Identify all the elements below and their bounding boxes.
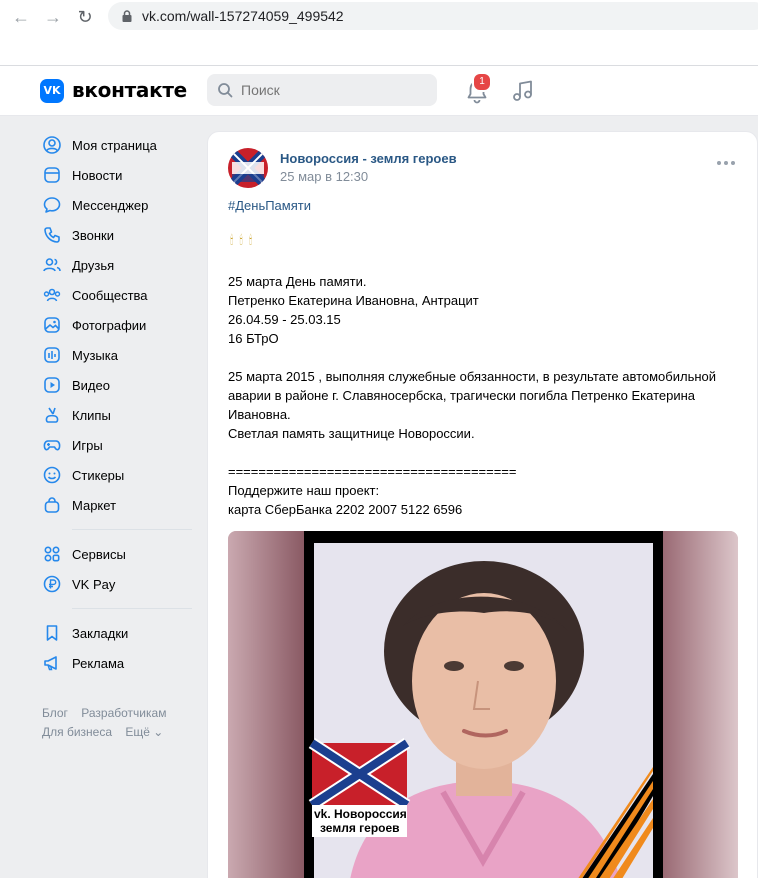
news-icon — [44, 167, 60, 183]
sidebar-item-market[interactable]: Маркет — [40, 490, 195, 520]
sidebar-item-clips[interactable]: Клипы — [40, 400, 195, 430]
browser-toolbar: ← → ↻ vk.com/wall-157274059_499542 — [0, 0, 758, 66]
sidebar-divider — [72, 608, 192, 609]
sidebar-item-news[interactable]: Новости — [40, 160, 195, 190]
candles-emoji: 🕯🕯🕯 — [230, 233, 259, 247]
notification-badge: 1 — [472, 72, 492, 92]
sidebar-item-label: Моя страница — [72, 137, 157, 153]
sidebar-item-label: Реклама — [72, 655, 125, 671]
sidebar-item-communities[interactable]: Сообщества — [40, 280, 195, 310]
services-icon — [44, 546, 60, 562]
clips-icon — [45, 407, 59, 423]
footer-link-blog[interactable]: Блог — [42, 706, 68, 720]
vkpay-icon — [43, 575, 61, 593]
vk-header: VK вконтакте 1 — [0, 66, 758, 116]
lock-icon — [122, 10, 132, 22]
sidebar-item-label: Сообщества — [72, 287, 148, 303]
video-icon — [44, 377, 60, 393]
post-text-line: 26.04.59 - 25.03.15 — [228, 312, 341, 327]
communities-icon — [43, 288, 61, 302]
sidebar-item-messenger[interactable]: Мессенджер — [40, 190, 195, 220]
sidebar-item-label: Друзья — [72, 257, 115, 273]
sidebar-divider — [72, 529, 192, 530]
sidebar-item-calls[interactable]: Звонки — [40, 220, 195, 250]
group-name-link[interactable]: Новороссия - земля героев — [280, 151, 457, 166]
sidebar-item-label: Видео — [72, 377, 110, 393]
post-text-line: Петренко Екатерина Ивановна, Антрацит — [228, 293, 479, 308]
post-text-line: Светлая память защитнице Новороссии. — [228, 426, 475, 441]
music-icon — [44, 347, 60, 363]
post-text-line: аварии в районе г. Славяносербска, траги… — [228, 388, 696, 403]
post-text-line: 25 марта 2015 , выполняя служебные обяза… — [228, 369, 717, 384]
sidebar-item-label: Музыка — [72, 347, 118, 363]
sidebar-item-label: Звонки — [72, 227, 114, 243]
sidebar-item-label: Маркет — [72, 497, 117, 513]
post-photo[interactable]: vk. Новороссия земля героев — [228, 531, 738, 878]
sidebar-item-label: Новости — [72, 167, 123, 183]
photo-icon — [44, 317, 60, 333]
sidebar-item-ads[interactable]: Реклама — [40, 648, 195, 678]
message-icon — [43, 197, 61, 213]
sidebar-item-label: Клипы — [72, 407, 111, 423]
sidebar-item-label: Фотографии — [72, 317, 147, 333]
post-text-line: Ивановна. — [228, 407, 291, 422]
vk-logo-icon[interactable]: VK — [40, 79, 64, 103]
sidebar-item-music[interactable]: Музыка — [40, 340, 195, 370]
footer-link-business[interactable]: Для бизнеса — [42, 725, 112, 739]
sidebar-item-label: Стикеры — [72, 467, 125, 483]
search-box[interactable] — [207, 74, 437, 106]
phone-icon — [44, 227, 60, 243]
sidebar-footer: Блог Разработчикам Для бизнеса Ещё ⌄ — [42, 704, 192, 742]
group-avatar[interactable] — [228, 148, 268, 188]
bookmark-icon — [46, 625, 58, 641]
friends-icon — [43, 258, 61, 272]
sidebar-item-video[interactable]: Видео — [40, 370, 195, 400]
post-text-line: 25 марта День памяти. — [228, 274, 367, 289]
more-options-icon[interactable] — [716, 158, 736, 168]
memorial-photo-image: vk. Новороссия земля героев — [228, 531, 738, 878]
ads-icon — [44, 656, 57, 671]
music-icon[interactable] — [510, 78, 536, 104]
reload-icon[interactable]: ↻ — [74, 6, 96, 28]
sidebar-item-my-page[interactable]: Моя страница — [40, 130, 195, 160]
sidebar-item-services[interactable]: Сервисы — [40, 539, 195, 569]
search-icon — [218, 83, 233, 98]
post-text-line: ====================================== — [228, 464, 517, 479]
post-text-line: Поддержите наш проект: — [228, 483, 380, 498]
sidebar-item-label: Мессенджер — [72, 197, 149, 213]
post-date[interactable]: 25 мар в 12:30 — [280, 169, 368, 184]
hashtag-link[interactable]: #ДеньПамяти — [228, 198, 311, 213]
market-icon — [44, 497, 60, 513]
back-arrow-icon[interactable]: ← — [10, 6, 32, 28]
footer-link-developers[interactable]: Разработчикам — [81, 706, 166, 720]
url-text: vk.com/wall-157274059_499542 — [142, 8, 344, 24]
sidebar-item-games[interactable]: Игры — [40, 430, 195, 460]
forward-arrow-icon[interactable]: → — [42, 6, 64, 28]
sidebar-item-label: VK Pay — [72, 576, 116, 592]
vk-wordmark[interactable]: вконтакте — [72, 78, 187, 102]
sidebar-item-label: Сервисы — [72, 546, 126, 562]
sidebar-item-bookmarks[interactable]: Закладки — [40, 618, 195, 648]
wall-post: Новороссия - земля героев 25 мар в 12:30… — [207, 131, 758, 878]
sidebar-item-friends[interactable]: Друзья — [40, 250, 195, 280]
photo-caption-line2: земля героев — [320, 821, 400, 835]
photo-caption-line1: vk. Новороссия — [314, 807, 407, 821]
sidebar-item-vkpay[interactable]: VK Pay — [40, 569, 195, 599]
address-bar[interactable]: vk.com/wall-157274059_499542 — [108, 2, 758, 30]
sidebar-item-photos[interactable]: Фотографии — [40, 310, 195, 340]
stickers-icon — [43, 466, 61, 484]
post-text-line: карта СберБанка 2202 2007 5122 6596 — [228, 502, 463, 517]
post-text-line: 16 БТрО — [228, 331, 279, 346]
sidebar-item-label: Закладки — [72, 625, 129, 641]
sidebar-item-stickers[interactable]: Стикеры — [40, 460, 195, 490]
group-avatar-image — [228, 148, 268, 188]
left-sidebar: Моя страница Новости Мессенджер Звонки Д… — [40, 130, 195, 678]
sidebar-item-label: Игры — [72, 437, 103, 453]
footer-link-more[interactable]: Ещё ⌄ — [125, 725, 163, 739]
search-input[interactable] — [241, 80, 421, 100]
games-icon — [43, 440, 61, 451]
user-circle-icon — [43, 136, 61, 154]
